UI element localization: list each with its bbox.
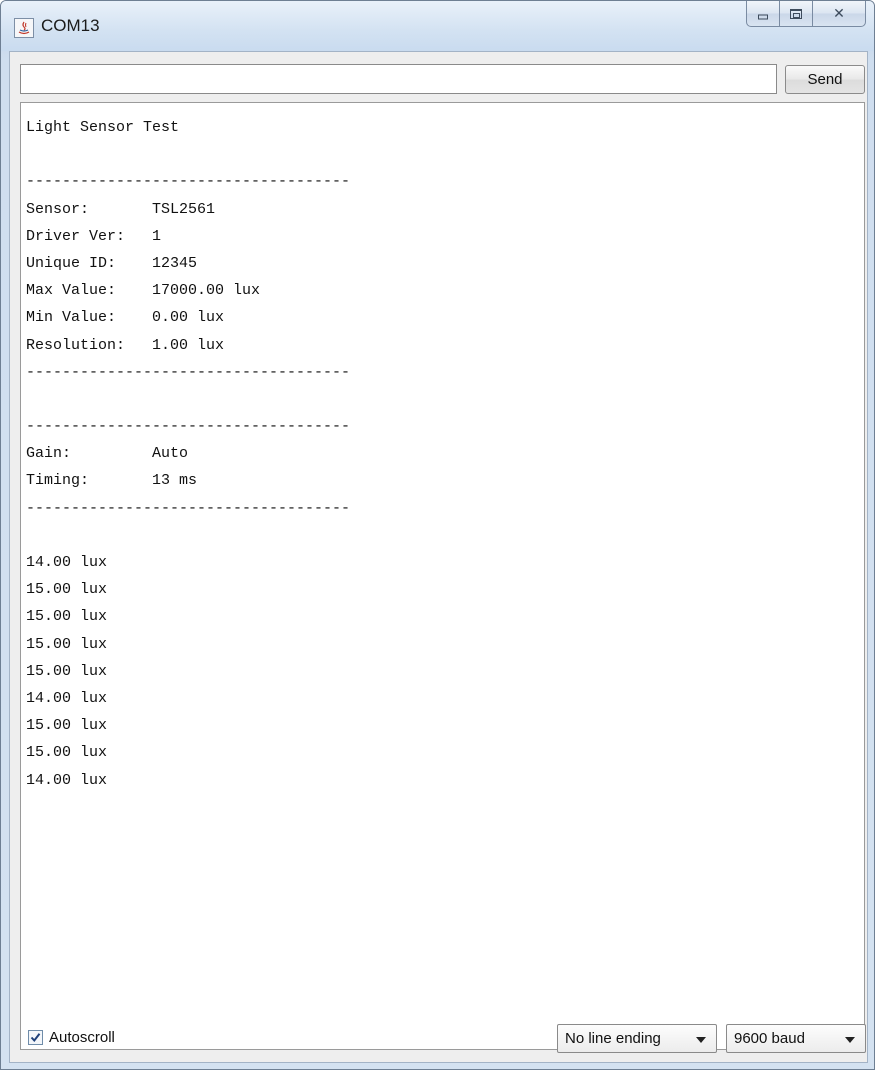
send-input[interactable] bbox=[20, 64, 777, 94]
output-line: Sensor: TSL2561 bbox=[26, 200, 216, 218]
output-line: 14.00 lux bbox=[26, 689, 108, 707]
output-line: 14.00 lux bbox=[26, 554, 108, 571]
serial-output[interactable]: Light Sensor Test -----------------------… bbox=[20, 102, 865, 1050]
output-line: 15.00 lux bbox=[26, 717, 108, 735]
serial-monitor-window: COM13 ✕ Send Light Sensor Test ----------… bbox=[0, 0, 875, 1070]
baud-rate-value: 9600 baud bbox=[734, 1030, 805, 1047]
serial-output-text: Light Sensor Test -----------------------… bbox=[26, 114, 350, 794]
serial-monitor-client: Send Light Sensor Test ------------------… bbox=[9, 51, 868, 1063]
output-line: 15.00 lux bbox=[26, 662, 108, 680]
output-line: ------------------------------------ bbox=[26, 173, 351, 191]
autoscroll-label: Autoscroll bbox=[49, 1029, 115, 1046]
output-line: Gain: Auto bbox=[26, 445, 189, 463]
maximize-button[interactable] bbox=[779, 1, 813, 27]
autoscroll-toggle[interactable]: Autoscroll bbox=[28, 1029, 115, 1046]
minimize-button[interactable] bbox=[746, 1, 780, 27]
window-controls: ✕ bbox=[746, 1, 866, 27]
baud-rate-select[interactable]: 9600 baud bbox=[726, 1024, 866, 1053]
maximize-icon bbox=[790, 8, 802, 19]
minimize-icon bbox=[758, 14, 768, 19]
output-line: ------------------------------------ bbox=[26, 499, 351, 517]
checkmark-icon bbox=[30, 1033, 41, 1043]
output-line: 15.00 lux bbox=[26, 608, 108, 626]
line-ending-select[interactable]: No line ending bbox=[557, 1024, 717, 1053]
output-line: Driver Ver: 1 bbox=[26, 227, 162, 245]
line-ending-value: No line ending bbox=[565, 1030, 661, 1047]
close-icon: ✕ bbox=[833, 5, 845, 22]
autoscroll-checkbox[interactable] bbox=[28, 1030, 43, 1045]
output-line: 15.00 lux bbox=[26, 581, 108, 599]
output-line: Resolution: 1.00 lux bbox=[26, 336, 225, 354]
title-bar[interactable]: COM13 ✕ bbox=[1, 1, 874, 51]
output-line: Timing: 13 ms bbox=[26, 472, 198, 490]
java-app-icon bbox=[14, 18, 34, 38]
output-line: Unique ID: 12345 bbox=[26, 254, 198, 272]
output-line: Min Value: 0.00 lux bbox=[26, 309, 225, 327]
chevron-down-icon bbox=[696, 1037, 706, 1043]
window-title: COM13 bbox=[41, 16, 100, 35]
output-line: Light Sensor Test bbox=[26, 119, 180, 136]
output-line: 15.00 lux bbox=[26, 744, 108, 762]
chevron-down-icon bbox=[845, 1037, 855, 1043]
output-line: 14.00 lux bbox=[26, 771, 108, 789]
send-button[interactable]: Send bbox=[785, 65, 865, 94]
output-line: ------------------------------------ bbox=[26, 418, 351, 436]
output-line: ------------------------------------ bbox=[26, 363, 351, 381]
close-button[interactable]: ✕ bbox=[812, 1, 866, 27]
output-line: Max Value: 17000.00 lux bbox=[26, 282, 261, 300]
output-line: 15.00 lux bbox=[26, 635, 108, 653]
